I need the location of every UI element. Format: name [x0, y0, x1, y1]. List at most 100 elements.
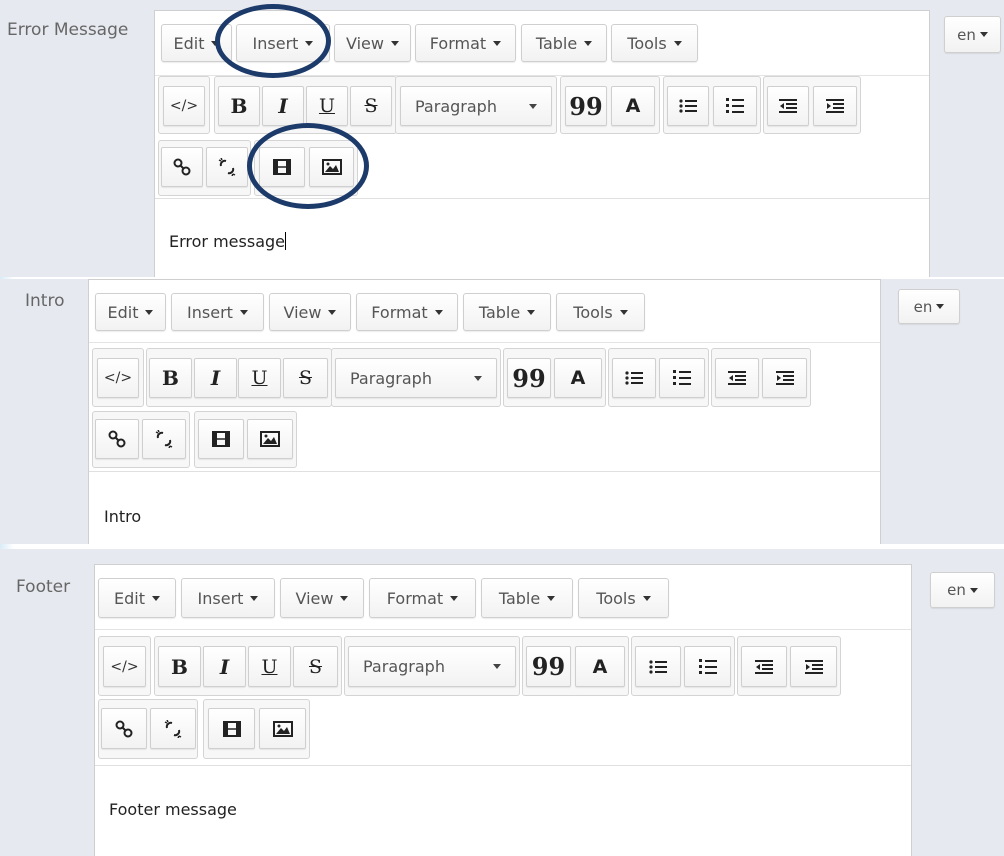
menu-format[interactable]: Format [356, 293, 458, 331]
source-code-button[interactable]: </> [103, 646, 146, 687]
bullet-list-button[interactable] [667, 86, 709, 126]
menu-edit[interactable]: Edit [161, 24, 232, 62]
remove-link-button[interactable] [142, 419, 186, 459]
content-text[interactable]: Intro [104, 507, 141, 526]
language-select[interactable]: en [930, 572, 995, 608]
insert-media-button[interactable] [259, 147, 305, 187]
blockquote-button[interactable]: 99 [565, 86, 607, 126]
remove-link-button[interactable] [150, 708, 196, 749]
indent-button[interactable] [813, 86, 857, 126]
menu-view[interactable]: View [334, 24, 411, 62]
editor-menubar: Edit Insert View Format Table Tools [155, 11, 929, 76]
numbered-list-button[interactable] [684, 646, 731, 687]
insert-link-button[interactable] [161, 147, 203, 187]
block-format-value: Paragraph [350, 368, 432, 388]
blockquote-button[interactable]: 99 [507, 358, 551, 398]
language-select[interactable]: en [898, 289, 960, 324]
chevron-down-icon [450, 595, 459, 601]
strikethrough-button[interactable]: S [283, 358, 328, 398]
block-format-select[interactable]: Paragraph [348, 646, 516, 687]
film-icon [273, 159, 291, 175]
menu-table[interactable]: Table [481, 578, 573, 618]
menu-insert[interactable]: Insert [171, 293, 264, 331]
image-icon [260, 431, 280, 447]
editor-menubar: Edit Insert View Format Table Tools [89, 280, 880, 343]
bullet-list-icon [649, 659, 667, 675]
menu-view[interactable]: View [269, 293, 351, 331]
insert-image-button[interactable] [309, 147, 354, 187]
menu-format[interactable]: Format [369, 578, 476, 618]
menu-table-label: Table [498, 588, 541, 608]
italic-button[interactable]: I [262, 86, 304, 126]
content-text[interactable]: Footer message [109, 800, 237, 819]
editor-content[interactable]: Footer message [95, 765, 911, 856]
text-color-button[interactable]: A [611, 86, 655, 126]
section-label: Footer [16, 577, 71, 597]
insert-media-button[interactable] [198, 419, 244, 459]
menu-format-label: Format [371, 302, 428, 322]
numbered-list-button[interactable] [713, 86, 757, 126]
menu-tools[interactable]: Tools [611, 24, 698, 62]
strikethrough-button[interactable]: S [293, 646, 338, 687]
underline-button[interactable]: U [306, 86, 348, 126]
editor-content[interactable]: Intro [89, 471, 880, 544]
insert-image-button[interactable] [247, 419, 293, 459]
menu-insert-label: Insert [197, 588, 244, 608]
indent-button[interactable] [790, 646, 837, 687]
content-text[interactable]: Error message [169, 232, 286, 251]
menu-table[interactable]: Table [463, 293, 551, 331]
menu-tools-label: Tools [627, 33, 667, 53]
italic-button[interactable]: I [194, 358, 237, 398]
menu-tools[interactable]: Tools [578, 578, 669, 618]
italic-button[interactable]: I [203, 646, 246, 687]
insert-link-button[interactable] [101, 708, 147, 749]
chevron-down-icon [390, 40, 399, 46]
block-format-select[interactable]: Paragraph [335, 358, 497, 398]
film-icon [222, 720, 241, 737]
menu-insert[interactable]: Insert [236, 24, 330, 62]
content-value: Error message [169, 232, 285, 251]
menu-tools[interactable]: Tools [556, 293, 645, 331]
menu-view-label: View [283, 302, 322, 322]
menu-table-label: Table [478, 302, 521, 322]
bold-button[interactable]: B [158, 646, 201, 687]
outdent-button[interactable] [741, 646, 787, 687]
insert-link-button[interactable] [95, 419, 139, 459]
underline-button[interactable]: U [238, 358, 281, 398]
chevron-down-icon [239, 309, 248, 315]
blockquote-button[interactable]: 99 [526, 646, 571, 687]
bullet-list-button[interactable] [635, 646, 681, 687]
indent-button[interactable] [762, 358, 807, 398]
text-color-button[interactable]: A [575, 646, 625, 687]
numbered-list-button[interactable] [659, 358, 705, 398]
editor-content[interactable]: Error message [155, 198, 929, 277]
underline-button[interactable]: U [248, 646, 291, 687]
source-code-button[interactable]: </> [163, 86, 205, 126]
footer-section: Footer Edit Insert View Format Table Too… [0, 549, 1004, 856]
bold-button[interactable]: B [149, 358, 192, 398]
block-format-select[interactable]: Paragraph [400, 86, 552, 126]
menu-insert[interactable]: Insert [181, 578, 275, 618]
language-select[interactable]: en [944, 16, 1001, 53]
outdent-button[interactable] [767, 86, 809, 126]
unlink-icon [164, 719, 182, 738]
menu-view[interactable]: View [280, 578, 364, 618]
menu-edit[interactable]: Edit [95, 293, 166, 331]
numbered-list-icon [673, 369, 691, 387]
strikethrough-button[interactable]: S [350, 86, 392, 126]
menu-table[interactable]: Table [521, 24, 607, 62]
bold-button[interactable]: B [218, 86, 260, 126]
menu-table-label: Table [535, 33, 578, 53]
remove-link-button[interactable] [206, 147, 248, 187]
chevron-down-icon [527, 309, 536, 315]
menu-format[interactable]: Format [415, 24, 516, 62]
source-code-button[interactable]: </> [97, 358, 139, 398]
menu-edit[interactable]: Edit [98, 578, 176, 618]
insert-media-button[interactable] [208, 708, 255, 749]
language-value: en [947, 581, 966, 599]
outdent-button[interactable] [715, 358, 759, 398]
rich-text-editor: Edit Insert View Format Table Tools </> … [88, 279, 881, 544]
text-color-button[interactable]: A [554, 358, 602, 398]
bullet-list-button[interactable] [612, 358, 656, 398]
insert-image-button[interactable] [259, 708, 306, 749]
